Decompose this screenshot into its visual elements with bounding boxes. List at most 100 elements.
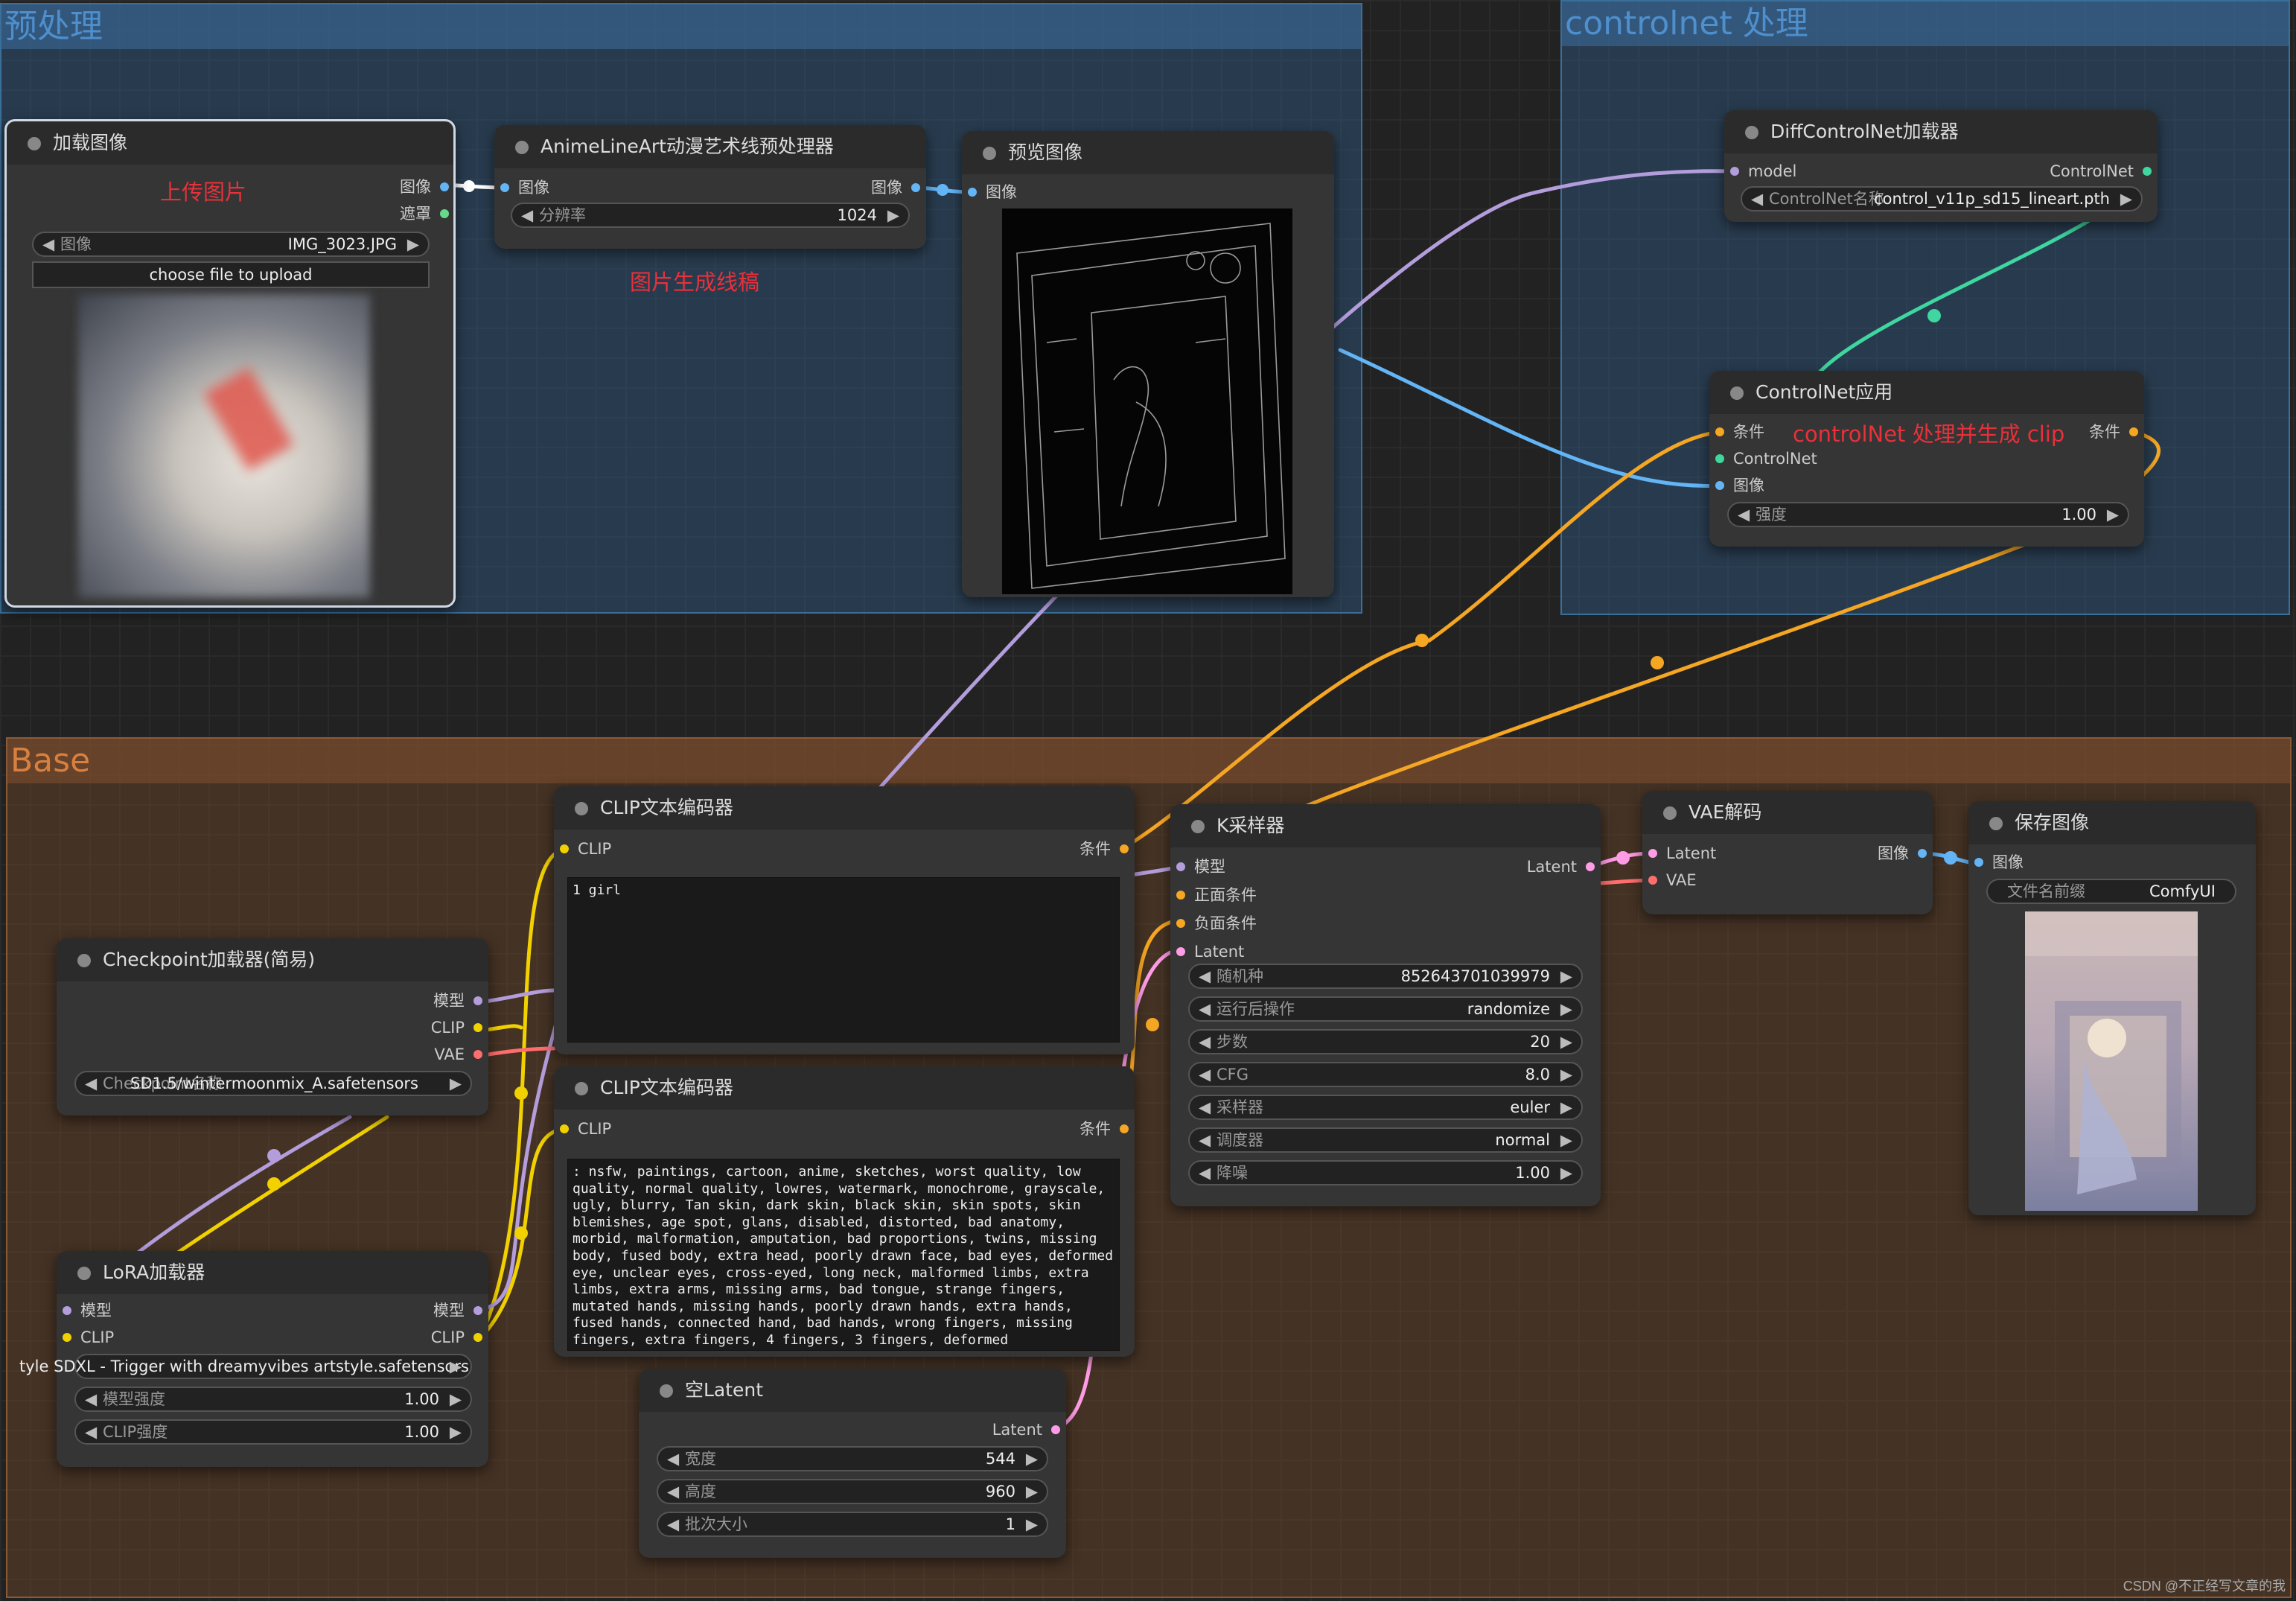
lineart-preview-image bbox=[1002, 209, 1292, 594]
input-model[interactable]: 模型 bbox=[63, 1300, 112, 1321]
node-collapse-dot[interactable] bbox=[1730, 386, 1744, 400]
output-image[interactable]: 图像 bbox=[400, 176, 449, 197]
input-image[interactable]: 图像 bbox=[1974, 852, 2024, 873]
node-collapse-dot[interactable] bbox=[575, 802, 588, 815]
watermark: CSDN @不正经写文章的我 bbox=[2123, 1579, 2286, 1594]
input-conditioning[interactable]: 条件 bbox=[1715, 421, 1764, 442]
sampler-widget[interactable]: ◀ 采样器 euler ▶ bbox=[1188, 1095, 1583, 1120]
node-collapse-dot[interactable] bbox=[1745, 126, 1758, 139]
node-clip-text-encode-negative[interactable]: CLIP文本编码器 CLIP 条件 : nsfw, paintings, car… bbox=[554, 1066, 1135, 1357]
node-title: AnimeLineArt动漫艺术线预处理器 bbox=[540, 136, 834, 157]
annotation-controlnet: controlNet 处理并生成 clip bbox=[1793, 421, 2065, 447]
output-conditioning[interactable]: 条件 bbox=[2089, 421, 2138, 442]
height-widget[interactable]: ◀ 高度 960 ▶ bbox=[657, 1479, 1048, 1504]
width-widget[interactable]: ◀ 宽度 544 ▶ bbox=[657, 1446, 1048, 1471]
seed-widget[interactable]: ◀ 随机种 852643701039979 ▶ bbox=[1188, 964, 1583, 989]
input-model[interactable]: 模型 bbox=[1176, 856, 1225, 877]
node-preview-image[interactable]: 预览图像 图像 bbox=[962, 131, 1334, 597]
node-collapse-dot[interactable] bbox=[1191, 820, 1205, 833]
uploaded-image-preview bbox=[78, 294, 370, 598]
node-title: 空Latent bbox=[685, 1379, 764, 1401]
node-ksampler[interactable]: K采样器 模型 Latent 正面条件 负面条件 Latent ◀ 随机种 8526… bbox=[1170, 804, 1601, 1206]
input-clip[interactable]: CLIP bbox=[63, 1327, 114, 1348]
output-latent[interactable]: Latent bbox=[1527, 856, 1595, 877]
wire-cn-to-cnapply bbox=[1817, 217, 2094, 375]
output-model[interactable]: 模型 bbox=[433, 990, 482, 1011]
batch-size-widget[interactable]: ◀ 批次大小 1 ▶ bbox=[657, 1512, 1048, 1537]
output-model[interactable]: 模型 bbox=[433, 1300, 482, 1321]
node-vae-decode[interactable]: VAE解码 Latent 图像 VAE bbox=[1642, 791, 1933, 914]
annotation-upload: 上传图片 bbox=[160, 179, 247, 205]
node-collapse-dot[interactable] bbox=[77, 954, 91, 967]
generated-image-preview bbox=[2025, 911, 2198, 1211]
input-positive[interactable]: 正面条件 bbox=[1176, 885, 1257, 905]
node-collapse-dot[interactable] bbox=[77, 1267, 91, 1280]
steps-widget[interactable]: ◀ 步数 20 ▶ bbox=[1188, 1029, 1583, 1054]
node-lora-loader[interactable]: LoRA加载器 模型 模型 CLIP CLIP tyle SDXL - Trig… bbox=[19, 1251, 488, 1467]
output-latent[interactable]: Latent bbox=[992, 1419, 1060, 1440]
input-latent[interactable]: Latent bbox=[1176, 941, 1244, 962]
output-clip[interactable]: CLIP bbox=[431, 1017, 482, 1038]
scheduler-widget[interactable]: ◀ 调度器 normal ▶ bbox=[1188, 1127, 1583, 1153]
node-save-image[interactable]: 保存图像 图像 文件名前缀 ComfyUI bbox=[1968, 801, 2256, 1215]
denoise-widget[interactable]: ◀ 降噪 1.00 ▶ bbox=[1188, 1160, 1583, 1185]
node-title: VAE解码 bbox=[1688, 801, 1762, 823]
control-after-generate-widget[interactable]: ◀ 运行后操作 randomize ▶ bbox=[1188, 996, 1583, 1022]
node-load-image[interactable]: 加载图像 上传图片 图像 遮罩 ◀ 图像 IMG_3023.JPG ▶ choose … bbox=[4, 119, 456, 608]
node-collapse-dot[interactable] bbox=[515, 141, 529, 154]
node-controlnet-apply[interactable]: ControlNet应用 条件 controlNet 处理并生成 clip 条件… bbox=[1709, 371, 2144, 547]
wire-image-preview-to-cnapply bbox=[1338, 348, 1723, 488]
upload-button[interactable]: choose file to upload bbox=[32, 261, 430, 288]
clip-strength-slider[interactable]: ◀ CLIP强度 1.00 ▶ bbox=[74, 1419, 472, 1445]
input-vae[interactable]: VAE bbox=[1648, 870, 1697, 891]
output-image[interactable]: 图像 bbox=[1878, 843, 1927, 864]
node-title: 加载图像 bbox=[53, 132, 128, 153]
node-collapse-dot[interactable] bbox=[1989, 817, 2003, 830]
checkpoint-name-select[interactable]: ◀ Checkpoint名称 SD1.5/wintermoonmix_A.safet… bbox=[74, 1071, 472, 1096]
input-model[interactable]: model bbox=[1730, 161, 1796, 182]
negative-prompt-textarea[interactable]: : nsfw, paintings, cartoon, anime, sketc… bbox=[567, 1159, 1120, 1351]
node-title: CLIP文本编码器 bbox=[600, 1077, 733, 1098]
node-diffcontrolnet-loader[interactable]: DiffControlNet加载器 model ControlNet ◀ Cont… bbox=[1724, 110, 2158, 222]
node-anime-lineart[interactable]: AnimeLineArt动漫艺术线预处理器 图像 图像 ◀ 分辨率 1024 ▶ bbox=[494, 125, 926, 249]
wire-vae-checkpoint-out bbox=[477, 1046, 556, 1058]
input-image[interactable]: 图像 bbox=[1715, 475, 1764, 496]
node-title: ControlNet应用 bbox=[1756, 381, 1893, 403]
input-image[interactable]: 图像 bbox=[500, 177, 549, 198]
node-collapse-dot[interactable] bbox=[575, 1082, 588, 1095]
node-checkpoint-loader[interactable]: Checkpoint加载器(简易) 模型 CLIP VAE ◀ Checkpoin… bbox=[57, 938, 488, 1115]
node-clip-text-encode-positive[interactable]: CLIP文本编码器 CLIP 条件 1 girl bbox=[554, 786, 1135, 1054]
input-clip[interactable]: CLIP bbox=[560, 1118, 611, 1139]
strength-slider[interactable]: ◀ 强度 1.00 ▶ bbox=[1727, 502, 2129, 527]
input-clip[interactable]: CLIP bbox=[560, 838, 611, 859]
cfg-widget[interactable]: ◀ CFG 8.0 ▶ bbox=[1188, 1062, 1583, 1087]
node-collapse-dot[interactable] bbox=[1663, 806, 1677, 820]
node-empty-latent[interactable]: 空Latent Latent ◀ 宽度 544 ▶ ◀ 高度 960 ▶ ◀ 批次大小 1 ▶ bbox=[639, 1369, 1066, 1558]
output-vae[interactable]: VAE bbox=[434, 1044, 482, 1065]
node-collapse-dot[interactable] bbox=[660, 1384, 673, 1398]
node-title: 预览图像 bbox=[1008, 141, 1083, 163]
node-title: CLIP文本编码器 bbox=[600, 797, 733, 818]
output-image[interactable]: 图像 bbox=[871, 177, 920, 198]
input-latent[interactable]: Latent bbox=[1648, 843, 1716, 864]
output-conditioning[interactable]: 条件 bbox=[1080, 838, 1129, 859]
output-conditioning[interactable]: 条件 bbox=[1080, 1118, 1129, 1139]
output-clip[interactable]: CLIP bbox=[431, 1327, 482, 1348]
input-negative[interactable]: 负面条件 bbox=[1176, 913, 1257, 934]
lora-name-select[interactable]: tyle SDXL - Trigger with dreamyvibes art… bbox=[19, 1354, 472, 1379]
node-collapse-dot[interactable] bbox=[983, 147, 996, 160]
output-controlnet[interactable]: ControlNet bbox=[2050, 161, 2152, 182]
node-title: LoRA加载器 bbox=[103, 1261, 205, 1283]
node-title: K采样器 bbox=[1216, 815, 1285, 836]
filename-prefix-input[interactable]: 文件名前缀 ComfyUI bbox=[1986, 879, 2236, 904]
node-collapse-dot[interactable] bbox=[28, 137, 41, 150]
output-mask[interactable]: 遮罩 bbox=[400, 203, 449, 224]
model-strength-slider[interactable]: ◀ 模型强度 1.00 ▶ bbox=[74, 1387, 472, 1412]
input-controlnet[interactable]: ControlNet bbox=[1715, 448, 1817, 469]
resolution-slider[interactable]: ◀ 分辨率 1024 ▶ bbox=[511, 203, 910, 228]
image-select[interactable]: ◀ 图像 IMG_3023.JPG ▶ bbox=[32, 232, 430, 257]
prompt-textarea[interactable]: 1 girl bbox=[567, 877, 1120, 1043]
node-title: Checkpoint加载器(简易) bbox=[103, 949, 316, 970]
controlnet-name-select[interactable]: ◀ ControlNet名称 control_v11p_sd15_lineart.p… bbox=[1741, 186, 2143, 211]
input-image[interactable]: 图像 bbox=[968, 182, 1017, 203]
